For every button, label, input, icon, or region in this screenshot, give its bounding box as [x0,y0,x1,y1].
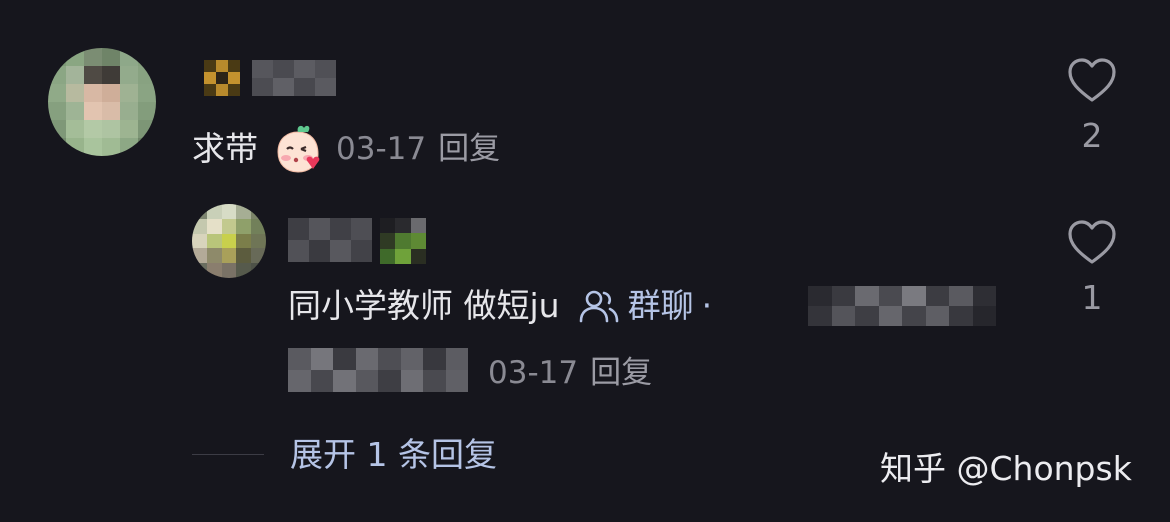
reply-text: 同小学教师 做短ju [288,286,560,325]
reply-meta: 03-17 回复 [488,351,652,395]
group-chat-link[interactable]: 群聊 [628,284,694,328]
reply-button[interactable]: 回复 [438,127,500,171]
like-count: 1 [1081,278,1103,317]
heart-outline-icon [1068,58,1116,102]
expand-replies-button[interactable]: 展开 1 条回复 [290,432,497,478]
watermark: 知乎 @Chonpsk [880,449,1132,488]
user-badge-icon [380,218,426,264]
separator-dot: · [701,286,713,325]
group-chat-icon[interactable] [578,285,620,327]
reply-body: 同小学教师 做短ju 群聊 · [288,284,712,328]
commenter-name-blurred[interactable] [252,60,336,96]
like-button[interactable]: 2 [1064,56,1120,156]
reply-date: 03-17 [488,355,579,391]
reply-button[interactable]: 回复 [590,351,652,395]
comment-body: 求带 03-17 回复 [192,122,500,176]
group-info-blurred[interactable] [288,348,468,392]
like-count: 2 [1081,116,1103,155]
group-name-blurred[interactable] [808,286,996,326]
kiss-face-emoji [277,125,320,173]
replier-name-blurred[interactable] [288,218,372,262]
heart-outline-icon [1068,220,1116,264]
commenter-avatar[interactable] [48,48,156,156]
user-badge-icon [204,60,240,96]
comment-text: 求带 [192,129,258,168]
divider [192,454,264,455]
like-button[interactable]: 1 [1064,218,1120,318]
replier-avatar[interactable] [192,204,266,278]
comment-date: 03-17 [336,131,427,167]
